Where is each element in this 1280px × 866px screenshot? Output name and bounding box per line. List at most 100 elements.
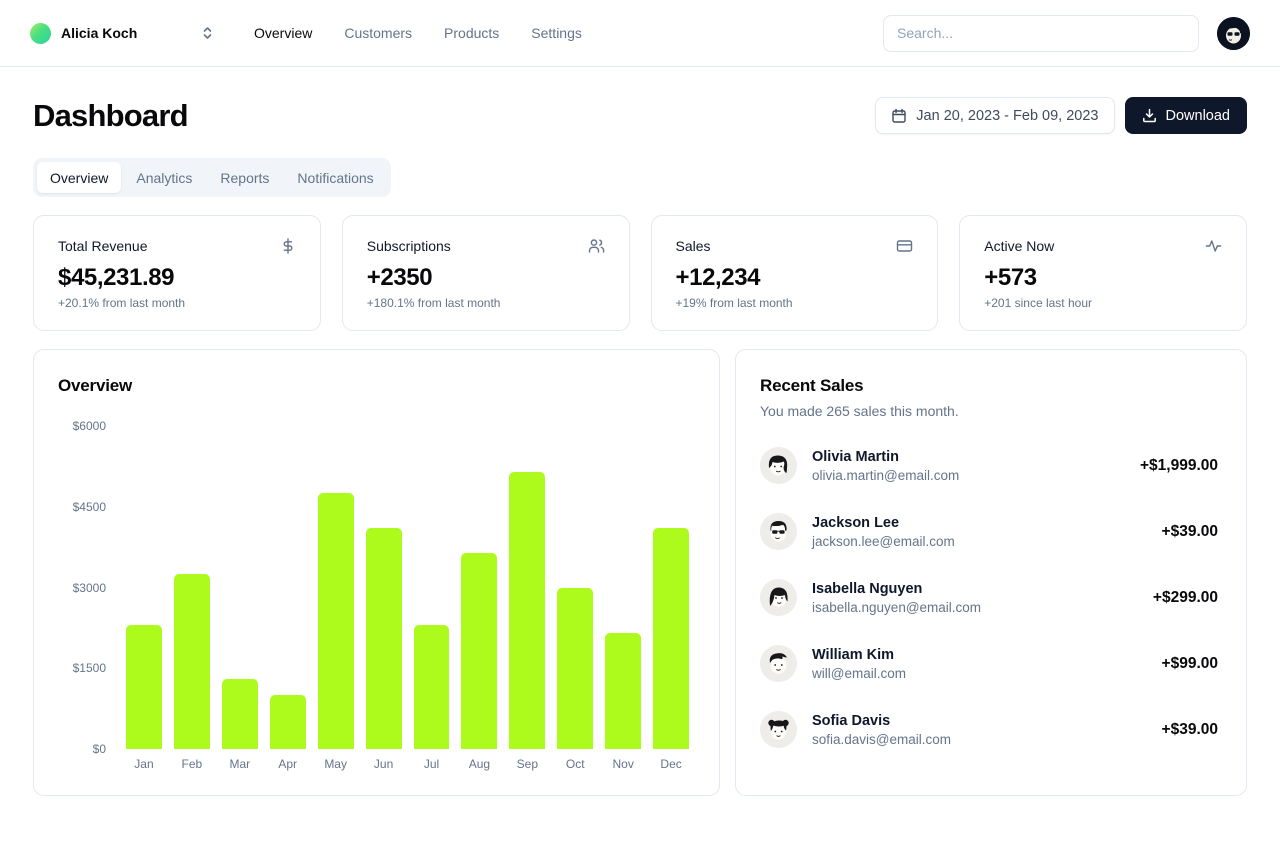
- stat-change: +201 since last hour: [984, 296, 1092, 310]
- team-logo: [30, 22, 51, 44]
- chart-y-axis: $6000 $4500 $3000 $1500 $0: [58, 419, 106, 756]
- bar-dec: [653, 528, 690, 749]
- x-tick-label: Jun: [373, 757, 394, 771]
- chart-column-aug: [455, 426, 503, 749]
- page-header: Dashboard Jan 20, 2023 - Feb 09, 2023 Do…: [33, 97, 1247, 134]
- x-tick-label: Feb: [181, 757, 203, 771]
- tab-reports[interactable]: Reports: [207, 162, 282, 193]
- nav-link-products[interactable]: Products: [444, 25, 499, 41]
- sale-email: will@email.com: [812, 665, 906, 681]
- chart-column-nov: [599, 426, 647, 749]
- bar-may: [317, 493, 354, 749]
- sale-name: Jackson Lee: [812, 514, 900, 531]
- sale-email: isabella.nguyen@email.com: [812, 599, 982, 615]
- download-icon: [1142, 108, 1157, 123]
- avatar-william-kim: [760, 645, 797, 682]
- recent-sales-card: Recent Sales You made 265 sales this mon…: [735, 349, 1247, 796]
- x-tick-label: Apr: [278, 757, 298, 771]
- chart-column-mar: [216, 426, 264, 749]
- dashboard-page: Dashboard Jan 20, 2023 - Feb 09, 2023 Do…: [0, 97, 1280, 796]
- download-button[interactable]: Download: [1124, 97, 1247, 134]
- stat-value: +12,234: [675, 264, 761, 291]
- top-navigation-bar: Alicia Koch Overview Customers Products …: [0, 0, 1280, 67]
- team-switcher[interactable]: Alicia Koch: [30, 22, 214, 44]
- users-icon: [588, 238, 605, 254]
- stat-value: +2350: [366, 264, 433, 291]
- y-tick-label: $3000: [72, 580, 106, 595]
- nav-link-settings[interactable]: Settings: [531, 25, 582, 41]
- chart-column-may: [312, 426, 360, 749]
- chart-column-oct: [551, 426, 599, 749]
- chart-column-sep: [503, 426, 551, 749]
- bar-oct: [557, 587, 594, 749]
- x-tick-label: Sep: [516, 757, 539, 771]
- avatar-sofia-davis: [760, 711, 797, 748]
- bar-jul: [413, 625, 450, 749]
- sale-row: Olivia Martin olivia.martin@email.com +$…: [760, 447, 1218, 484]
- sale-email: olivia.martin@email.com: [812, 467, 960, 483]
- nav-link-customers[interactable]: Customers: [344, 25, 412, 41]
- search-input[interactable]: [883, 14, 1199, 52]
- sale-amount: +$99.00: [1161, 654, 1218, 672]
- sale-email: jackson.lee@email.com: [812, 533, 955, 549]
- stat-value: $45,231.89: [58, 264, 175, 291]
- tab-overview[interactable]: Overview: [37, 162, 122, 193]
- bar-aug: [461, 552, 498, 749]
- tab-notifications[interactable]: Notifications: [284, 162, 386, 193]
- recent-sales-title: Recent Sales: [760, 376, 864, 395]
- x-tick-label: Jul: [423, 757, 440, 771]
- chart-bars: [120, 426, 695, 749]
- avatar-isabella-nguyen: [760, 579, 797, 616]
- user-avatar[interactable]: [1217, 16, 1250, 50]
- sale-amount: +$1,999.00: [1139, 456, 1218, 474]
- stat-value: +573: [984, 264, 1037, 291]
- x-tick-label: Dec: [660, 757, 682, 771]
- chart-column-apr: [264, 426, 312, 749]
- x-tick-label: Nov: [612, 757, 634, 771]
- y-tick-label: $0: [92, 742, 106, 756]
- sale-email: sofia.davis@email.com: [812, 731, 952, 747]
- chart-x-axis: Jan Feb Mar Apr May Jun Jul Aug Sep Oct Nov Dec: [120, 757, 695, 771]
- stat-title: Total Revenue: [58, 238, 148, 254]
- y-tick-label: $6000: [72, 419, 106, 433]
- bar-jun: [365, 528, 402, 749]
- avatar-jackson-lee: [760, 513, 797, 550]
- chevrons-up-down-icon: [201, 26, 214, 40]
- y-tick-label: $4500: [72, 499, 106, 514]
- x-tick-label: Mar: [229, 757, 251, 771]
- sale-name: William Kim: [812, 646, 895, 663]
- sale-name: Olivia Martin: [812, 448, 900, 465]
- sale-name: Sofia Davis: [812, 712, 891, 729]
- x-tick-label: Aug: [468, 757, 491, 771]
- chart-column-jun: [360, 426, 408, 749]
- y-tick-label: $1500: [72, 661, 106, 676]
- sale-name: Isabella Nguyen: [812, 580, 923, 597]
- bar-feb: [173, 574, 210, 749]
- date-range-picker[interactable]: Jan 20, 2023 - Feb 09, 2023: [875, 97, 1115, 134]
- stat-cards-row: Total Revenue $45,231.89 +20.1% from las…: [33, 215, 1247, 331]
- panels-row: Overview $6000 $4500 $3000 $1500 $0 Jan Feb Ma…: [33, 349, 1247, 796]
- bar-chart: $6000 $4500 $3000 $1500 $0 Jan Feb Mar Apr May Ju…: [58, 419, 695, 771]
- dashboard-tabs: Overview Analytics Reports Notifications: [33, 158, 391, 197]
- bar-sep: [509, 471, 546, 749]
- nav-link-overview[interactable]: Overview: [254, 25, 312, 41]
- dollar-sign-icon: [280, 238, 296, 254]
- tab-analytics[interactable]: Analytics: [123, 162, 205, 193]
- chart-column-jan: [120, 426, 168, 749]
- bar-nov: [605, 633, 642, 749]
- stat-card-sales: Sales +12,234 +19% from last month: [650, 215, 939, 331]
- stat-change: +180.1% from last month: [366, 296, 501, 310]
- activity-icon: [1205, 239, 1222, 253]
- sale-row: Isabella Nguyen isabella.nguyen@email.co…: [760, 579, 1218, 616]
- sale-amount: +$39.00: [1161, 720, 1218, 738]
- sale-amount: +$39.00: [1161, 522, 1218, 540]
- header-actions: Jan 20, 2023 - Feb 09, 2023 Download: [875, 97, 1247, 134]
- stat-card-active-now: Active Now +573 +201 since last hour: [959, 215, 1247, 331]
- stat-title: Sales: [675, 238, 711, 254]
- sale-amount: +$299.00: [1152, 588, 1218, 606]
- stat-card-subscriptions: Subscriptions +2350 +180.1% from last mo…: [341, 215, 630, 331]
- sale-row: Jackson Lee jackson.lee@email.com +$39.0…: [760, 513, 1218, 550]
- sale-row: William Kim will@email.com +$99.00: [760, 645, 1218, 682]
- bar-mar: [221, 679, 258, 749]
- stat-title: Active Now: [984, 238, 1055, 254]
